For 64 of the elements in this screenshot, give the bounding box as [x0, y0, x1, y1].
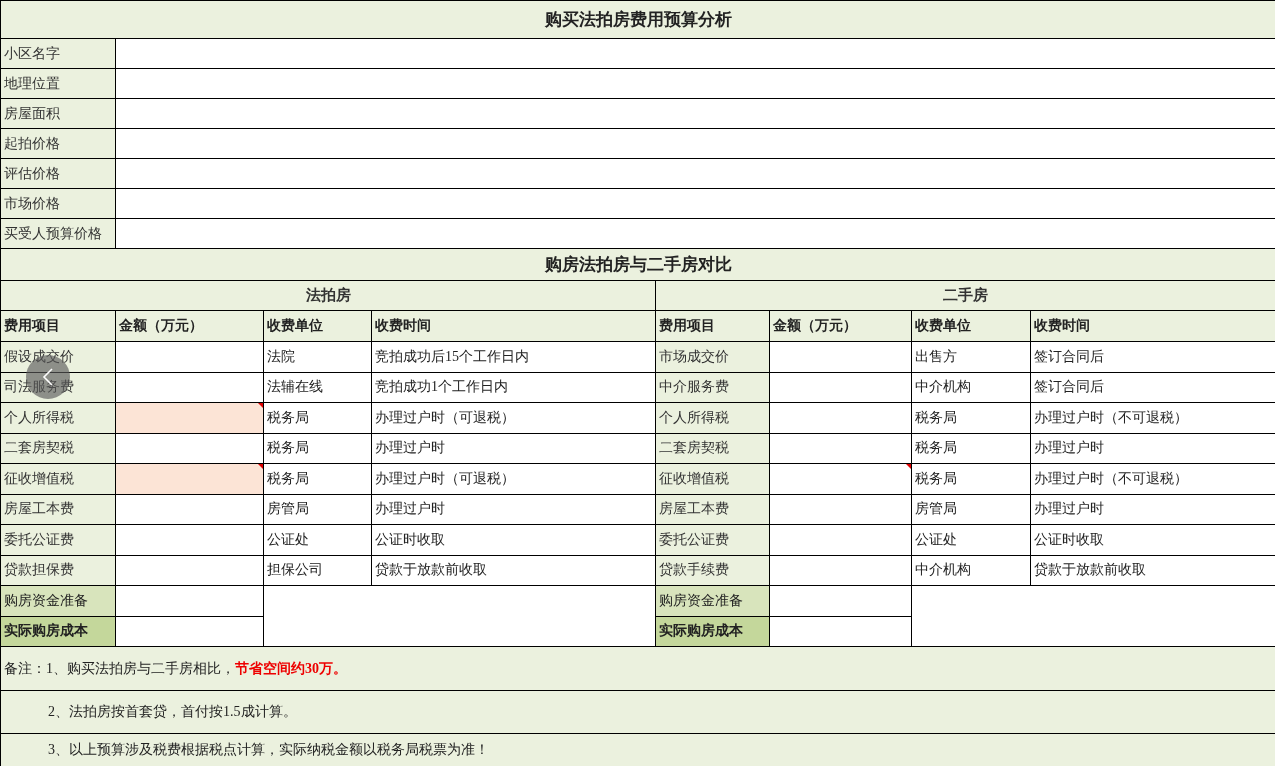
column-header: 费用项目 [0, 310, 116, 342]
column-header: 收费单位 [263, 310, 372, 342]
section-title: 购房法拍房与二手房对比 [0, 248, 1275, 281]
note-text: 备注：1、购买法拍房与二手房相比，节省空间约30万。 [4, 660, 347, 676]
row-label: 房屋工本费 [0, 494, 116, 525]
table-cell: 出售方 [911, 341, 1031, 372]
table-cell: 办理过户时（可退税） [371, 402, 656, 433]
column-header: 费用项目 [655, 310, 770, 342]
row-label: 委托公证费 [0, 524, 116, 555]
table-cell: 房管局 [263, 494, 372, 525]
group-header: 二手房 [655, 280, 1275, 311]
table-cell: 贷款于放款前收取 [371, 555, 656, 586]
summary-label: 购房资金准备 [655, 585, 770, 616]
row-label: 房屋工本费 [655, 494, 770, 525]
group-header: 法拍房 [0, 280, 656, 311]
row-label: 征收增值税 [655, 463, 770, 494]
table-cell: 税务局 [911, 433, 1031, 464]
row-label: 评估价格 [0, 158, 116, 189]
row-label: 二套房契税 [0, 433, 116, 464]
table-cell: 税务局 [263, 402, 372, 433]
column-header: 收费单位 [911, 310, 1031, 342]
row-label: 房屋面积 [0, 98, 116, 129]
note-text: 2、法拍房按首套贷，首付按1.5成计算。 [48, 704, 297, 719]
table-cell: 房管局 [911, 494, 1031, 525]
row-label: 个人所得税 [0, 402, 116, 433]
row-label: 贷款担保费 [0, 555, 116, 586]
table-cell: 法辅在线 [263, 372, 372, 403]
table-cell: 税务局 [263, 433, 372, 464]
table-cell: 竞拍成功1个工作日内 [371, 372, 656, 403]
row-label: 个人所得税 [655, 402, 770, 433]
row-label: 小区名字 [0, 38, 116, 69]
row-label: 二套房契税 [655, 433, 770, 464]
column-header: 收费时间 [1030, 310, 1275, 342]
row-label: 市场成交价 [655, 341, 770, 372]
row-label: 买受人预算价格 [0, 218, 116, 249]
summary-label: 购房资金准备 [0, 585, 116, 616]
row-label: 贷款手续费 [655, 555, 770, 586]
note-text: 3、以上预算涉及税费根据税点计算，实际纳税金额以税务局税票为准！ [48, 742, 489, 757]
table-cell: 办理过户时（可退税） [371, 463, 656, 494]
row-label: 征收增值税 [0, 463, 116, 494]
column-header: 金额（万元） [115, 310, 264, 342]
table-cell: 办理过户时 [371, 494, 656, 525]
summary-label: 实际购房成本 [0, 616, 116, 647]
row-label: 市场价格 [0, 188, 116, 219]
table-cell: 中介机构 [911, 372, 1031, 403]
row-label: 地理位置 [0, 68, 116, 99]
table-cell: 法院 [263, 341, 372, 372]
table-cell: 税务局 [263, 463, 372, 494]
row-label: 中介服务费 [655, 372, 770, 403]
table-cell: 公证处 [263, 524, 372, 555]
table-cell: 办理过户时 [371, 433, 656, 464]
column-header: 金额（万元） [769, 310, 912, 342]
table-cell: 公证处 [911, 524, 1031, 555]
table-cell: 公证时收取 [371, 524, 656, 555]
column-header: 收费时间 [371, 310, 656, 342]
table-cell: 竞拍成功后15个工作日内 [371, 341, 656, 372]
row-label: 起拍价格 [0, 128, 116, 159]
table-cell: 中介机构 [911, 555, 1031, 586]
summary-label: 实际购房成本 [655, 616, 770, 647]
sheet-title: 购买法拍房费用预算分析 [0, 0, 1275, 39]
table-cell: 担保公司 [263, 555, 372, 586]
table-cell: 税务局 [911, 402, 1031, 433]
row-label: 委托公证费 [655, 524, 770, 555]
table-cell: 税务局 [911, 463, 1031, 494]
